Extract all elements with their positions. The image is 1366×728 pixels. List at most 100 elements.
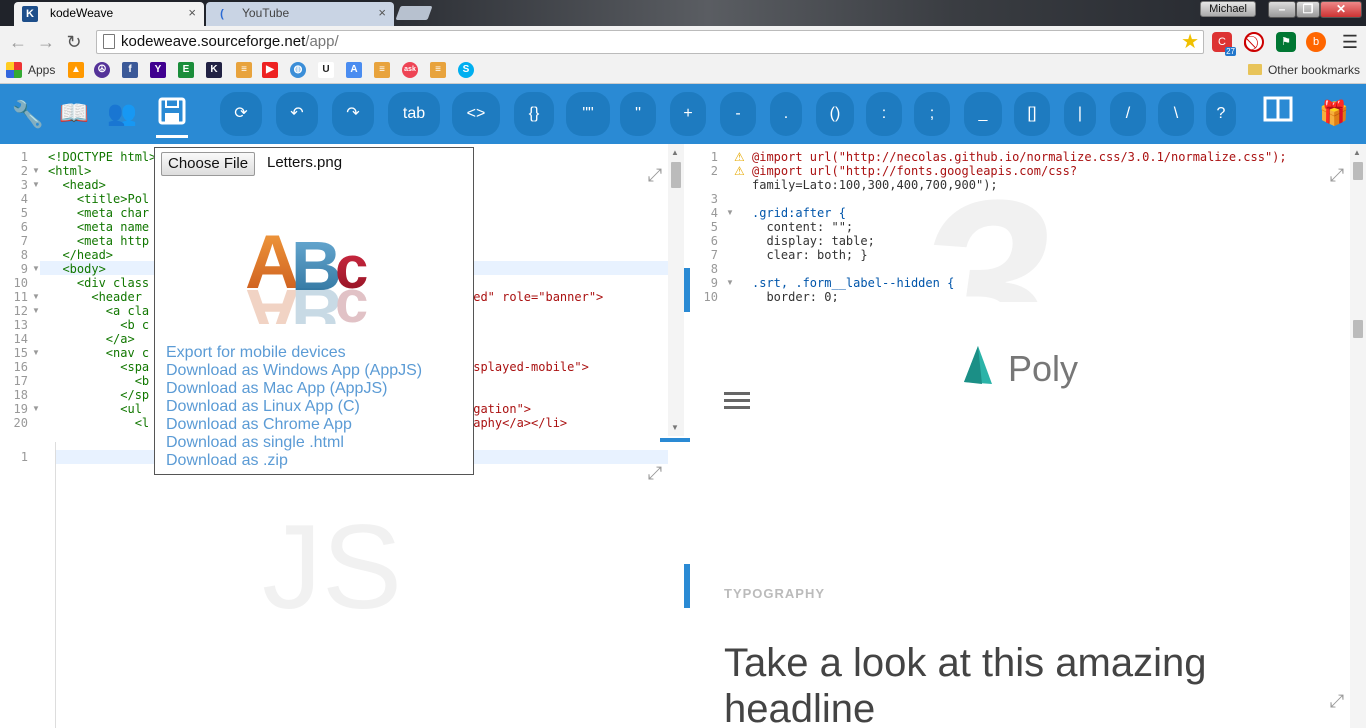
close-tab-icon[interactable]: × [378, 2, 386, 24]
warning-icon[interactable]: ⚠ [734, 164, 745, 178]
maximize-button[interactable]: ❐ [1296, 1, 1320, 18]
fold-toggle-icon[interactable]: ▼ [32, 402, 40, 416]
skype-icon[interactable]: S [458, 62, 474, 78]
preview-pane[interactable]: Poly TYPOGRAPHY Take a look at this amaz… [690, 302, 1366, 728]
bookmark-star-icon[interactable]: ★ [1181, 31, 1199, 53]
expand-icon[interactable]: ⤢ [644, 164, 666, 186]
toolbar-pill-button[interactable]: + [670, 92, 706, 136]
toolbar-pill-button[interactable]: : [866, 92, 902, 136]
fold-toggle-icon[interactable]: ▼ [726, 276, 734, 290]
book-icon[interactable]: 📖 [56, 96, 92, 132]
stack-icon[interactable]: ≡ [236, 62, 252, 78]
ask-icon[interactable]: ask [402, 62, 418, 78]
users-icon[interactable]: 👥 [104, 96, 140, 132]
line-number: 1 [20, 150, 28, 164]
close-window-button[interactable]: ✕ [1320, 1, 1362, 18]
toolbar-pill-button[interactable]: ? [1206, 92, 1236, 136]
yahoo-icon[interactable]: Y [150, 62, 166, 78]
hamburger-menu-icon[interactable] [724, 392, 750, 410]
toolbar-pill-button[interactable]: ; [914, 92, 950, 136]
new-tab-button[interactable] [395, 6, 433, 20]
fold-toggle-icon[interactable]: ▼ [32, 262, 40, 276]
toolbar-pill-button[interactable]: [] [1014, 92, 1050, 136]
tab-kodeweave[interactable]: K kodeWeave × [14, 2, 204, 26]
stack-icon-3[interactable]: ≡ [430, 62, 446, 78]
youtube-icon[interactable]: ▶ [262, 62, 278, 78]
reload-icon[interactable]: ↻ [62, 30, 86, 54]
toolbar-pill-button[interactable]: - [720, 92, 756, 136]
code-line: <meta http [48, 234, 150, 248]
toolbar-pill-button[interactable]: "" [566, 92, 610, 136]
export-link[interactable]: Download as single .html [166, 434, 422, 452]
apps-label[interactable]: Apps [28, 63, 55, 77]
apps-icon[interactable] [6, 62, 22, 78]
fold-toggle-icon[interactable]: ▼ [32, 290, 40, 304]
toolbar-pill-button[interactable]: () [816, 92, 854, 136]
export-link[interactable]: Export for mobile devices [166, 344, 422, 362]
expand-icon[interactable]: ⤢ [1326, 164, 1348, 186]
peace-icon[interactable]: ☮ [94, 62, 110, 78]
back-arrow-icon[interactable]: ← [6, 30, 30, 54]
forward-arrow-icon[interactable]: → [34, 30, 58, 54]
save-icon[interactable] [154, 96, 190, 138]
extension-icon[interactable]: C 27 [1212, 32, 1236, 56]
toolbar-pill-button[interactable]: <> [452, 92, 500, 136]
toolbar-pill-button[interactable]: '' [620, 92, 656, 136]
minimize-button[interactable]: – [1268, 1, 1296, 18]
kodeweave-bookmark-icon[interactable]: K [206, 62, 222, 78]
toolbar-pill-button[interactable]: ⟳ [220, 92, 262, 136]
line-number: 17 [13, 374, 28, 388]
toolbar-pill-button[interactable]: / [1110, 92, 1146, 136]
warning-icon[interactable]: ⚠ [734, 150, 745, 164]
bookmark-1-icon[interactable]: ▲ [68, 62, 84, 78]
export-link[interactable]: Download as Chrome App [166, 416, 422, 434]
toolbar-pill-button[interactable]: ↶ [276, 92, 318, 136]
stack-icon-2[interactable]: ≡ [374, 62, 390, 78]
flag-icon[interactable]: ⚑ [1276, 32, 1296, 52]
expand-icon[interactable]: ⤢ [644, 462, 666, 484]
split-view-icon[interactable] [1260, 96, 1296, 132]
fold-toggle-icon[interactable]: ▼ [32, 178, 40, 192]
address-bar[interactable]: kodeweave.sourceforge.net/app/ ★ [96, 30, 1204, 54]
scrollbar[interactable] [1350, 302, 1366, 728]
js-watermark: JS [262, 500, 403, 634]
expand-icon[interactable]: ⤢ [1326, 690, 1348, 712]
export-link[interactable]: Download as Mac App (AppJS) [166, 380, 422, 398]
fold-toggle-icon[interactable]: ▼ [32, 346, 40, 360]
ul-icon[interactable]: U [318, 62, 334, 78]
fold-toggle-icon[interactable]: ▼ [726, 206, 734, 220]
evernote-icon[interactable]: E [178, 62, 194, 78]
export-link[interactable]: Download as Linux App (C) [166, 398, 422, 416]
choose-file-button[interactable]: Choose File [161, 152, 256, 176]
toolbar-pill-button[interactable]: tab [388, 92, 440, 136]
export-popup: Choose File Letters.png A B c A B c Expo… [154, 147, 474, 475]
toolbar-pill-button[interactable]: \ [1158, 92, 1194, 136]
toolbar-pill-button[interactable]: . [770, 92, 802, 136]
js-editor[interactable]: 1 JS ⤢ [0, 442, 684, 728]
orange-extension-icon[interactable]: b [1306, 32, 1326, 52]
profile-button[interactable]: Michael [1200, 1, 1256, 17]
tab-title: kodeWeave [50, 6, 114, 20]
line-number: 6 [710, 234, 718, 248]
line-number: 2 [20, 164, 28, 178]
fold-toggle-icon[interactable]: ▼ [32, 304, 40, 318]
gift-icon[interactable]: 🎁 [1316, 96, 1352, 132]
other-bookmarks[interactable]: Other bookmarks [1248, 63, 1360, 77]
scrollbar[interactable]: ▲ ▼ [668, 144, 684, 436]
globe-icon[interactable]: ◍ [290, 62, 306, 78]
toolbar-pill-button[interactable]: _ [964, 92, 1002, 136]
line-number: 14 [13, 332, 28, 346]
toolbar-pill-button[interactable]: ↷ [332, 92, 374, 136]
export-link[interactable]: Download as .zip [166, 452, 422, 470]
menu-icon[interactable]: ☰ [1338, 30, 1362, 54]
facebook-icon[interactable]: f [122, 62, 138, 78]
toolbar-pill-button[interactable]: | [1064, 92, 1096, 136]
toolbar-pill-button[interactable]: {} [514, 92, 554, 136]
block-icon[interactable]: ⃠ [1244, 32, 1264, 52]
close-tab-icon[interactable]: × [188, 2, 196, 24]
fold-toggle-icon[interactable]: ▼ [32, 164, 40, 178]
wrench-icon[interactable]: 🔧 [10, 96, 46, 132]
export-link[interactable]: Download as Windows App (AppJS) [166, 362, 422, 380]
translate-icon[interactable]: A [346, 62, 362, 78]
tab-youtube[interactable]: ( YouTube × [206, 2, 394, 26]
